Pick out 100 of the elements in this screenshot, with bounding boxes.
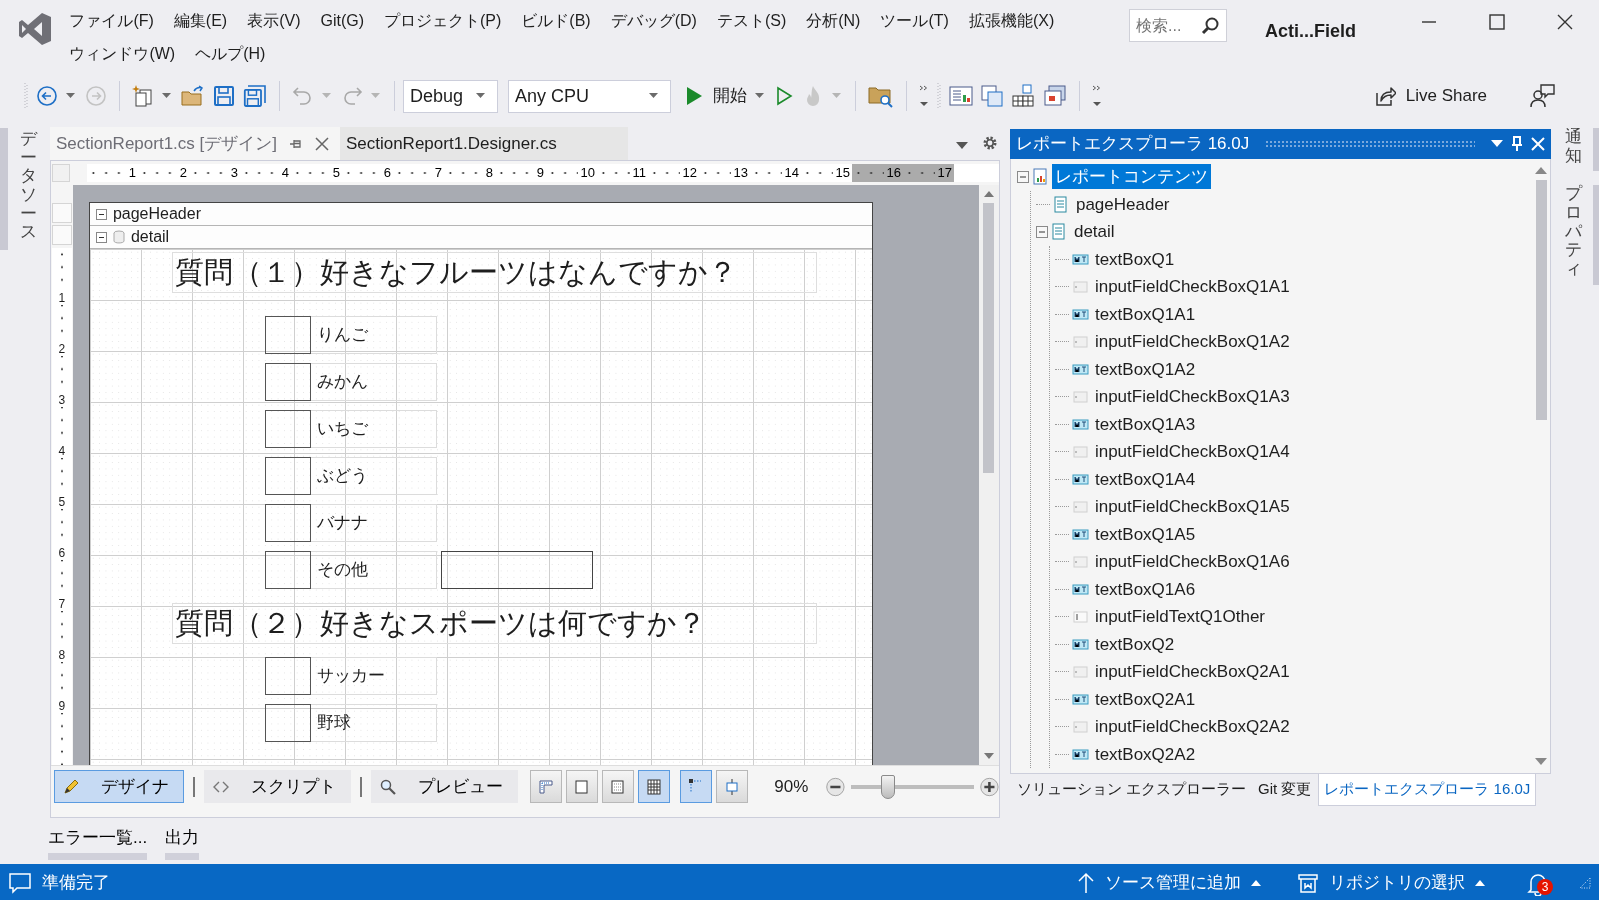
side-tab[interactable]: 通知 xyxy=(1559,128,1599,172)
option-label[interactable]: 野球 xyxy=(310,704,437,742)
option-label[interactable]: その他 xyxy=(310,551,437,589)
dropdown-icon[interactable] xyxy=(955,142,968,150)
close-icon[interactable] xyxy=(1557,14,1573,30)
menu-item[interactable]: プロジェクト(P) xyxy=(374,4,512,37)
play-outline-icon[interactable] xyxy=(774,85,794,107)
window-stack-icon[interactable] xyxy=(1043,85,1067,107)
option-label[interactable]: バナナ xyxy=(310,504,437,542)
caret-icon[interactable] xyxy=(755,93,764,99)
configuration-dropdown[interactable]: Debug xyxy=(403,79,498,113)
settings-icon[interactable] xyxy=(981,135,998,151)
caret-icon[interactable] xyxy=(476,93,485,99)
menu-item[interactable]: 分析(N) xyxy=(796,4,871,37)
layout-tool-button[interactable] xyxy=(638,770,671,803)
live-share-button[interactable]: Live Share xyxy=(1369,81,1491,111)
collapse-icon[interactable] xyxy=(95,231,107,243)
close-icon[interactable] xyxy=(315,136,329,151)
checkbox[interactable] xyxy=(264,410,311,448)
menu-item[interactable]: ウィンドウ(W) xyxy=(59,37,186,70)
document-tab[interactable]: SectionReport1.Designer.cs xyxy=(339,127,628,160)
question-title[interactable]: 質問（２）好きなスポーツは何ですか？ xyxy=(171,603,817,644)
tree-item[interactable]: pageHeader xyxy=(1072,191,1173,217)
tree-item[interactable]: textBoxQ1 xyxy=(1091,246,1178,272)
pin-icon[interactable] xyxy=(1511,136,1524,152)
tree-item[interactable]: レポートコンテンツ xyxy=(1051,164,1211,190)
scroll-thumb[interactable] xyxy=(1535,180,1547,420)
tree-item[interactable]: inputFieldCheckBoxQ1A1 xyxy=(1091,274,1293,300)
copy-windows-icon[interactable] xyxy=(981,85,1003,107)
scroll-thumb[interactable] xyxy=(983,203,995,473)
view-tab[interactable]: デザイナ xyxy=(53,770,184,803)
tree-item[interactable]: inputFieldCheckBoxQ1A5 xyxy=(1091,494,1293,520)
layout-tool-button[interactable] xyxy=(566,770,599,803)
start-button[interactable]: 開始 xyxy=(681,81,751,111)
tree-item[interactable]: textBoxQ2A2 xyxy=(1091,741,1199,767)
menu-item[interactable]: Git(G) xyxy=(310,4,375,37)
checkbox[interactable] xyxy=(264,316,311,354)
checkbox[interactable] xyxy=(264,363,311,401)
option-label[interactable]: サッカー xyxy=(310,657,437,695)
source-control-button[interactable]: ソース管理に追加 xyxy=(1077,870,1261,896)
caret-icon[interactable] xyxy=(649,93,658,99)
menu-item[interactable]: ツール(T) xyxy=(870,4,959,37)
scroll-up-icon[interactable] xyxy=(983,191,994,197)
menu-item[interactable]: 表示(V) xyxy=(237,4,311,37)
tree-item[interactable]: inputFieldTextQ1Other xyxy=(1091,604,1268,630)
pin-icon[interactable] xyxy=(289,137,303,150)
new-project-icon[interactable] xyxy=(132,85,154,107)
dropdown-icon[interactable] xyxy=(1491,140,1504,148)
menu-item[interactable]: 拡張機能(X) xyxy=(958,4,1065,37)
panel-tab[interactable]: レポートエクスプローラ 16.0J xyxy=(1318,774,1537,806)
checkbox[interactable] xyxy=(264,704,311,742)
option-label[interactable]: いちご xyxy=(310,410,437,448)
overflow-icon[interactable] xyxy=(1092,84,1102,108)
view-tab[interactable]: スクリプト xyxy=(204,770,352,803)
collapse-icon[interactable] xyxy=(95,208,107,220)
panel-tab[interactable]: Git 変更 xyxy=(1253,774,1317,805)
report-layout-icon[interactable] xyxy=(949,85,973,107)
maximize-icon[interactable] xyxy=(1489,14,1505,30)
repository-button[interactable]: リポジトリの選択 xyxy=(1297,870,1485,896)
tree-item[interactable]: textBoxQ1A4 xyxy=(1091,466,1199,492)
tree-item[interactable]: textBoxQ2 xyxy=(1091,631,1178,657)
tree-item[interactable]: inputFieldCheckBoxQ1A2 xyxy=(1091,329,1293,355)
question-title[interactable]: 質問（１）好きなフルーツはなんですか？ xyxy=(171,252,817,293)
checkbox[interactable] xyxy=(264,551,311,589)
checkbox[interactable] xyxy=(264,657,311,695)
menu-item[interactable]: 編集(E) xyxy=(163,4,238,37)
tree-item[interactable]: textBoxQ1A2 xyxy=(1091,356,1199,382)
comment-icon[interactable] xyxy=(8,871,32,895)
layout-tool-button[interactable] xyxy=(716,770,749,803)
menu-item[interactable]: デバッグ(D) xyxy=(600,4,707,37)
tree-item[interactable]: inputFieldCheckBoxQ2A2 xyxy=(1091,714,1293,740)
scroll-down-icon[interactable] xyxy=(983,753,994,759)
menu-item[interactable]: ファイル(F) xyxy=(59,4,164,37)
menu-item[interactable]: ビルド(B) xyxy=(511,4,601,37)
tree-item[interactable]: inputFieldCheckBoxQ2A1 xyxy=(1091,659,1293,685)
tree-item[interactable]: textBoxQ1A6 xyxy=(1091,576,1199,602)
save-icon[interactable] xyxy=(213,85,235,107)
panel-tab[interactable]: ソリューション エクスプローラー xyxy=(1011,774,1252,805)
scroll-down-icon[interactable] xyxy=(1535,758,1548,765)
side-tab[interactable]: プロパティ xyxy=(1559,185,1599,285)
document-tab[interactable]: SectionReport1.cs [デザイン] xyxy=(49,127,340,160)
tree-item[interactable]: textBoxQ1A1 xyxy=(1091,301,1199,327)
back-icon[interactable] xyxy=(36,85,58,107)
option-label[interactable]: みかん xyxy=(310,363,437,401)
option-label[interactable]: ぶどう xyxy=(310,457,437,495)
search-field[interactable]: 検索... xyxy=(1129,9,1227,42)
text-input-field[interactable] xyxy=(440,551,593,589)
overflow-icon[interactable] xyxy=(919,84,929,108)
scrollbar[interactable] xyxy=(978,185,999,765)
layout-tool-button[interactable] xyxy=(680,770,713,803)
tree-item[interactable]: textBoxQ1A3 xyxy=(1091,411,1199,437)
save-all-icon[interactable] xyxy=(243,84,267,108)
tree-item[interactable]: inputFieldCheckBoxQ1A4 xyxy=(1091,439,1293,465)
resize-grip-icon[interactable] xyxy=(1579,877,1591,889)
feedback-icon[interactable] xyxy=(1529,83,1555,109)
menu-item[interactable]: ヘルプ(H) xyxy=(185,37,276,70)
platform-dropdown[interactable]: Any CPU xyxy=(508,79,671,113)
arrange-icon[interactable] xyxy=(1011,84,1035,108)
checkbox[interactable] xyxy=(264,504,311,542)
menu-item[interactable]: テスト(S) xyxy=(706,4,797,37)
